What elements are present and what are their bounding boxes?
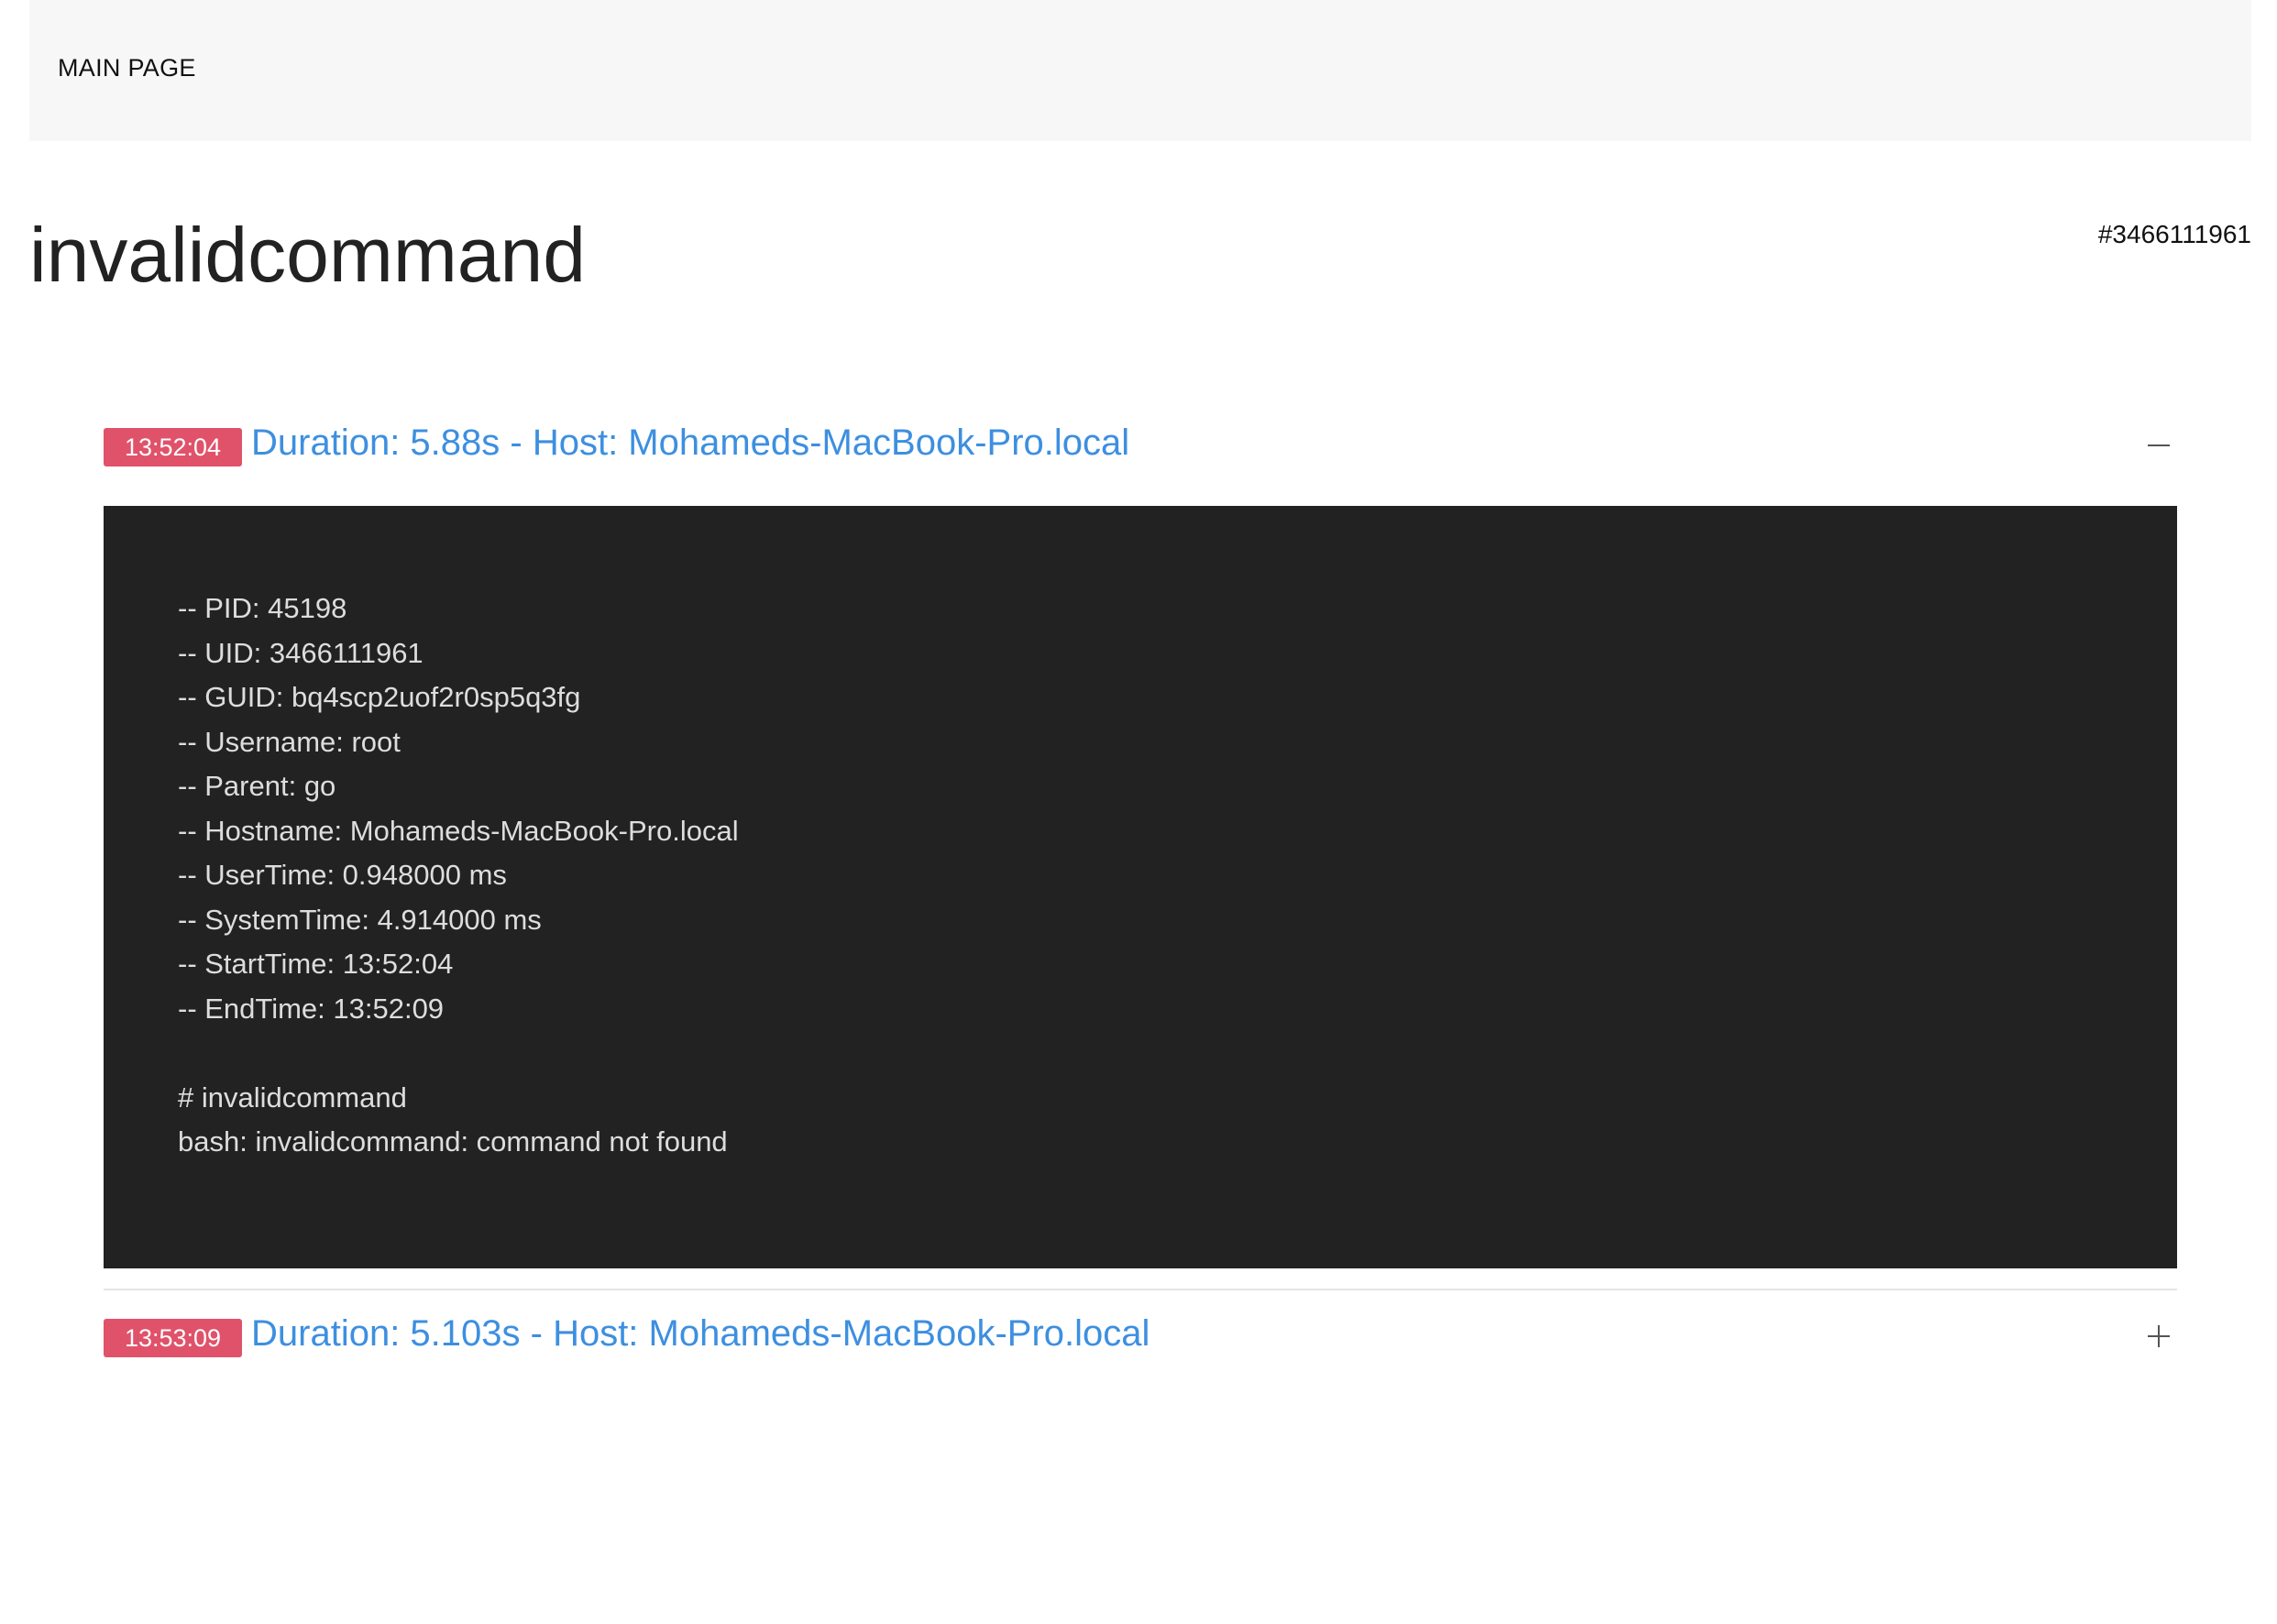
run-title-link[interactable]: Duration: 5.103s - Host: Mohameds-MacBoo… bbox=[251, 1313, 1150, 1355]
minus-icon-glyph bbox=[2148, 444, 2170, 446]
page-title: invalidcommand bbox=[29, 212, 586, 298]
run-item: 13:53:09 Duration: 5.103s - Host: Mohame… bbox=[104, 1305, 2177, 1397]
run-header[interactable]: 13:53:09 Duration: 5.103s - Host: Mohame… bbox=[104, 1305, 2177, 1397]
run-title-link[interactable]: Duration: 5.88s - Host: Mohameds-MacBook… bbox=[251, 422, 1129, 464]
run-header[interactable]: 13:52:04 Duration: 5.88s - Host: Mohamed… bbox=[104, 414, 2177, 506]
plus-icon[interactable] bbox=[2140, 1318, 2177, 1355]
uid-tag: #3466111961 bbox=[2097, 220, 2251, 248]
run-item: 13:52:04 Duration: 5.88s - Host: Mohamed… bbox=[104, 414, 2177, 1290]
top-navbar: MAIN PAGE bbox=[29, 0, 2251, 141]
time-badge: 13:52:04 bbox=[104, 428, 242, 466]
runs-accordion: 13:52:04 Duration: 5.88s - Host: Mohamed… bbox=[104, 414, 2177, 1397]
divider bbox=[104, 1289, 2177, 1290]
run-log-panel: -- PID: 45198 -- UID: 3466111961 -- GUID… bbox=[104, 506, 2177, 1268]
time-badge: 13:53:09 bbox=[104, 1319, 242, 1357]
page: MAIN PAGE invalidcommand #3466111961 13:… bbox=[0, 0, 2277, 1624]
run-log-output: -- PID: 45198 -- UID: 3466111961 -- GUID… bbox=[178, 592, 739, 1158]
main-page-link[interactable]: MAIN PAGE bbox=[58, 54, 196, 82]
minus-icon[interactable] bbox=[2140, 427, 2177, 464]
plus-icon-glyph bbox=[2148, 1325, 2170, 1347]
